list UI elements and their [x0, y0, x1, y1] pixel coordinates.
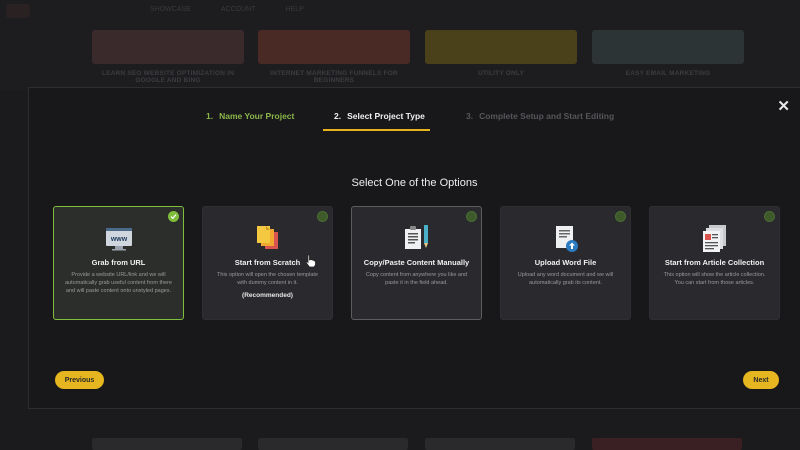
background-template-thumb	[92, 438, 242, 450]
background-template-thumb	[258, 438, 408, 450]
article-collection-icon	[699, 222, 731, 254]
radio-icon	[615, 211, 626, 222]
step-select-project-type[interactable]: 2. Select Project Type	[334, 111, 425, 121]
project-setup-modal: ✕ 1. Name Your Project 2. Select Project T…	[28, 87, 800, 409]
option-article-collection[interactable]: Start from Article Collection This optio…	[649, 206, 780, 320]
background-template-caption: EASY EMAIL MARKETING	[625, 70, 711, 77]
background-template-thumb	[592, 438, 742, 450]
option-title: Upload Word File	[534, 258, 597, 267]
option-grab-from-url[interactable]: www Grab from URL Provide a website URL/…	[53, 206, 184, 320]
next-button[interactable]: Next	[743, 371, 779, 389]
recommended-label: (Recommended)	[242, 292, 293, 299]
selected-check-icon	[168, 211, 179, 222]
background-logo	[6, 4, 30, 18]
step-progress: 1. Name Your Project 2. Select Project Typ…	[29, 111, 800, 131]
background-template-thumb	[92, 30, 244, 64]
radio-icon	[466, 211, 477, 222]
option-title: Copy/Paste Content Manually	[363, 258, 470, 267]
option-description: This option will open the chosen templat…	[213, 271, 322, 300]
word-upload-icon	[550, 222, 582, 254]
stacked-pages-icon	[252, 222, 284, 254]
option-description-text: This option will open the chosen templat…	[217, 272, 318, 286]
option-upload-word-file[interactable]: Upload Word File Upload any word documen…	[500, 206, 631, 320]
options-heading: Select One of the Options	[351, 177, 478, 189]
radio-icon	[317, 211, 328, 222]
background-nav: SHOWCASE ACCOUNT HELP	[150, 6, 304, 13]
option-description: This option will show the article collec…	[663, 272, 766, 286]
background-template-thumb	[258, 30, 410, 64]
background-nav-item: ACCOUNT	[220, 6, 256, 13]
previous-button[interactable]: Previous	[55, 371, 104, 389]
option-description: Upload any word document and we will aut…	[517, 272, 614, 286]
background-template-caption: UTILITY ONLY	[477, 70, 525, 77]
background-template-thumb	[592, 30, 744, 64]
option-title: Start from Article Collection	[664, 258, 765, 267]
background-nav-item: SHOWCASE	[150, 6, 191, 13]
step-complete-setup: 3. Complete Setup and Start Editing	[466, 111, 615, 121]
background-nav-item: HELP	[285, 6, 304, 13]
background-template-caption: INTERNET MARKETING FUNNELS FOR BEGINNERS	[270, 70, 398, 84]
step-name-project[interactable]: 1. Name Your Project	[206, 111, 294, 121]
background-template-thumb	[425, 438, 575, 450]
option-description: Provide a website URL/link and we will a…	[64, 272, 172, 294]
radio-icon	[764, 211, 775, 222]
background-template-thumb	[425, 30, 577, 64]
background-template-caption: LEARN SEO WEBSITE OPTIMIZATION IN GOOGLE…	[101, 70, 235, 84]
document-pen-icon	[401, 222, 433, 254]
www-browser-icon: www	[103, 222, 135, 254]
option-copy-paste-content[interactable]: Copy/Paste Content Manually Copy content…	[351, 206, 482, 320]
svg-text:www: www	[109, 236, 127, 243]
active-step-underline	[323, 129, 430, 131]
hand-cursor-icon	[305, 254, 317, 273]
option-title: Grab from URL	[91, 258, 146, 267]
option-description: Copy content from anywhere you like and …	[365, 272, 468, 286]
